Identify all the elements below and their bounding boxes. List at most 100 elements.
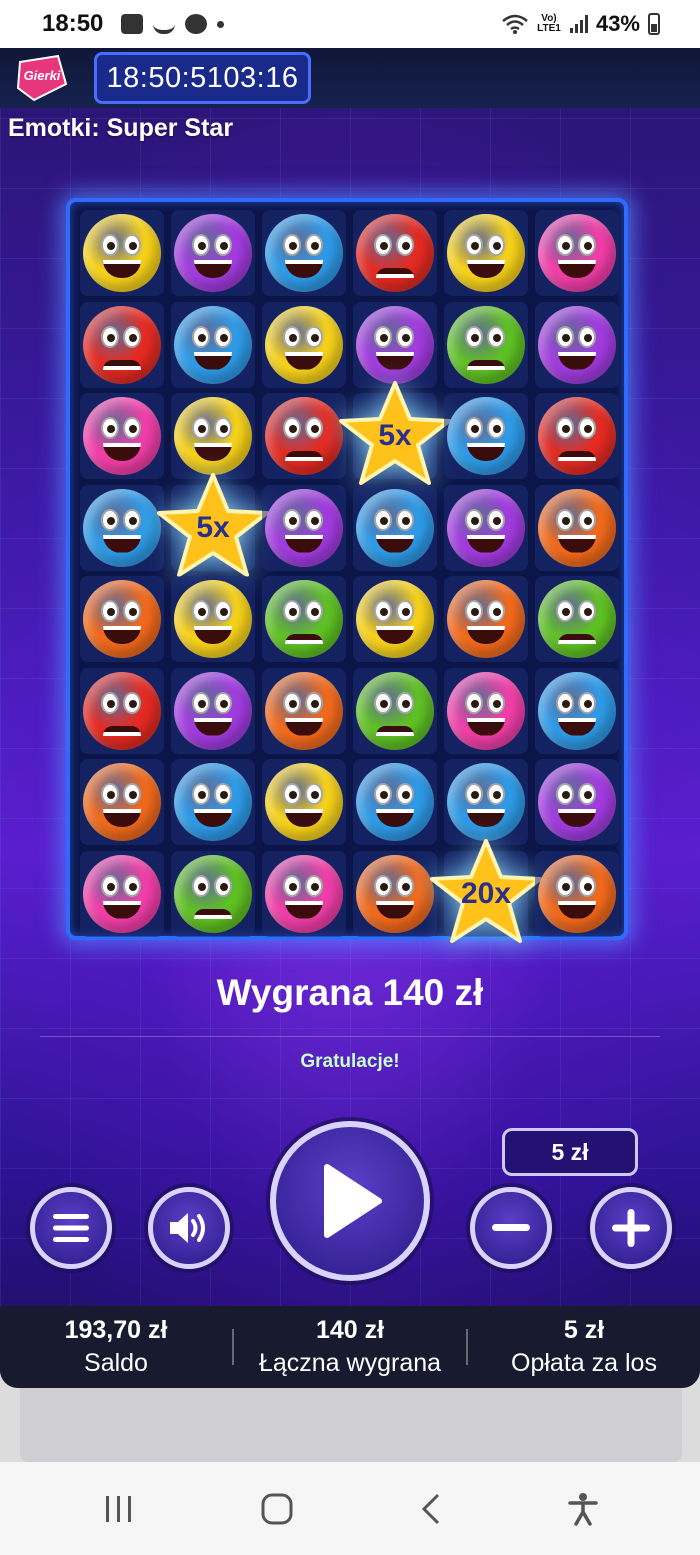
multiplier-label: 5x — [196, 510, 230, 544]
plus-icon — [612, 1209, 650, 1247]
yellow-emoji — [83, 214, 161, 292]
balance-value: 193,70 zł — [64, 1316, 168, 1344]
fee-label: Opłata za los — [511, 1349, 657, 1377]
fee-stat: 5 zł Opłata za los — [468, 1316, 700, 1378]
blue-emoji — [356, 488, 434, 567]
multiplier-label: 20x — [460, 876, 512, 910]
purple-emoji — [265, 488, 343, 567]
orange-emoji — [83, 580, 161, 658]
game-container: Gierki 18:50:5103:16 Emotki: Super Star … — [0, 48, 700, 1388]
navigation-bar — [0, 1462, 700, 1555]
flame-icon — [153, 14, 176, 34]
network-type: Vo) LTE1 — [537, 13, 561, 34]
yellow-emoji — [174, 397, 252, 475]
win-amount: Wygrana 140 zł — [216, 972, 484, 1013]
board-grid: 5x 5x 20x — [80, 210, 620, 943]
blue-emoji — [265, 214, 343, 292]
play-button[interactable] — [270, 1121, 430, 1281]
orange-emoji — [83, 763, 161, 841]
congrats-message: Gratulacje! — [300, 1051, 400, 1072]
orange-emoji — [356, 854, 434, 933]
blue-emoji — [538, 671, 616, 750]
more-notifications-icon — [217, 20, 225, 28]
multiplier-label: 5x — [378, 419, 412, 452]
svg-text:Gierki: Gierki — [24, 68, 61, 83]
status-bar: 18:50 Vo) LTE1 43% — [0, 0, 700, 48]
blue-emoji — [174, 763, 252, 841]
decrease-bet-button[interactable] — [470, 1187, 552, 1269]
recent-apps-icon[interactable] — [103, 1494, 135, 1524]
blue-emoji — [447, 763, 525, 841]
fee-value: 5 zł — [563, 1316, 605, 1344]
total-win-label: Łączna wygrana — [258, 1349, 442, 1377]
minus-icon — [492, 1224, 530, 1231]
purple-emoji — [538, 763, 616, 841]
pink-emoji — [265, 854, 343, 933]
multiplier-star: 5x — [153, 467, 273, 587]
yellow-emoji — [447, 214, 525, 292]
pink-emoji — [447, 671, 525, 750]
brand-logo[interactable]: Gierki — [14, 54, 70, 102]
news-icon — [185, 14, 208, 34]
total-win-value: 140 zł — [315, 1316, 385, 1344]
pink-emoji — [83, 397, 161, 475]
multiplier-star: 20x — [426, 833, 546, 953]
status-time: 18:50 — [42, 10, 104, 37]
home-icon[interactable] — [260, 1492, 294, 1526]
yellow-emoji — [265, 763, 343, 841]
hamburger-icon — [53, 1214, 89, 1242]
red-emoji — [356, 214, 434, 292]
orange-emoji — [447, 580, 525, 658]
green-emoji — [174, 854, 252, 933]
purple-emoji — [174, 214, 252, 292]
red-emoji — [83, 671, 161, 750]
session-clock: 18:50:5103:16 — [94, 52, 311, 104]
orange-emoji — [538, 488, 616, 567]
green-emoji — [447, 305, 525, 384]
blue-emoji — [174, 305, 252, 384]
gallery-icon — [121, 14, 144, 34]
battery-icon — [648, 13, 660, 35]
yellow-emoji — [356, 580, 434, 658]
game-board: 5x 5x 20x — [66, 198, 628, 943]
bet-amount[interactable]: 5 zł — [502, 1128, 638, 1176]
wifi-icon — [502, 14, 528, 34]
blue-emoji — [83, 488, 161, 567]
page-underlay — [20, 1388, 682, 1462]
yellow-emoji — [265, 305, 343, 384]
purple-emoji — [447, 488, 525, 567]
speaker-icon — [170, 1213, 205, 1243]
red-emoji — [538, 397, 616, 475]
green-emoji — [356, 671, 434, 750]
play-icon — [324, 1164, 382, 1238]
green-emoji — [538, 580, 616, 658]
battery-percent: 43% — [595, 11, 640, 36]
sound-button[interactable] — [148, 1187, 230, 1269]
signal-icon — [569, 15, 588, 33]
balance-stat: 193,70 zł Saldo — [0, 1316, 232, 1378]
pink-emoji — [538, 214, 616, 292]
purple-emoji — [538, 305, 616, 384]
purple-emoji — [174, 671, 252, 750]
blue-emoji — [447, 397, 525, 475]
green-emoji — [265, 580, 343, 658]
game-title: Emotki: Super Star — [8, 114, 234, 142]
stats-footer: 193,70 zł Saldo 140 zł Łączna wygrana 5 … — [0, 1306, 700, 1388]
orange-emoji — [538, 854, 616, 933]
red-emoji — [265, 397, 343, 475]
balance-label: Saldo — [84, 1349, 148, 1377]
total-win-stat: 140 zł Łączna wygrana — [234, 1316, 466, 1378]
notification-icons — [121, 14, 225, 34]
back-icon[interactable] — [419, 1492, 443, 1526]
top-bar: Gierki 18:50:5103:16 — [0, 48, 700, 108]
increase-bet-button[interactable] — [590, 1187, 672, 1269]
menu-button[interactable] — [30, 1187, 112, 1269]
red-emoji — [83, 305, 161, 384]
purple-emoji — [356, 305, 434, 384]
divider — [40, 1036, 660, 1037]
accessibility-icon[interactable] — [567, 1492, 598, 1526]
yellow-emoji — [174, 580, 252, 658]
blue-emoji — [356, 763, 434, 841]
multiplier-star: 5x — [335, 375, 455, 495]
pink-emoji — [83, 854, 161, 933]
